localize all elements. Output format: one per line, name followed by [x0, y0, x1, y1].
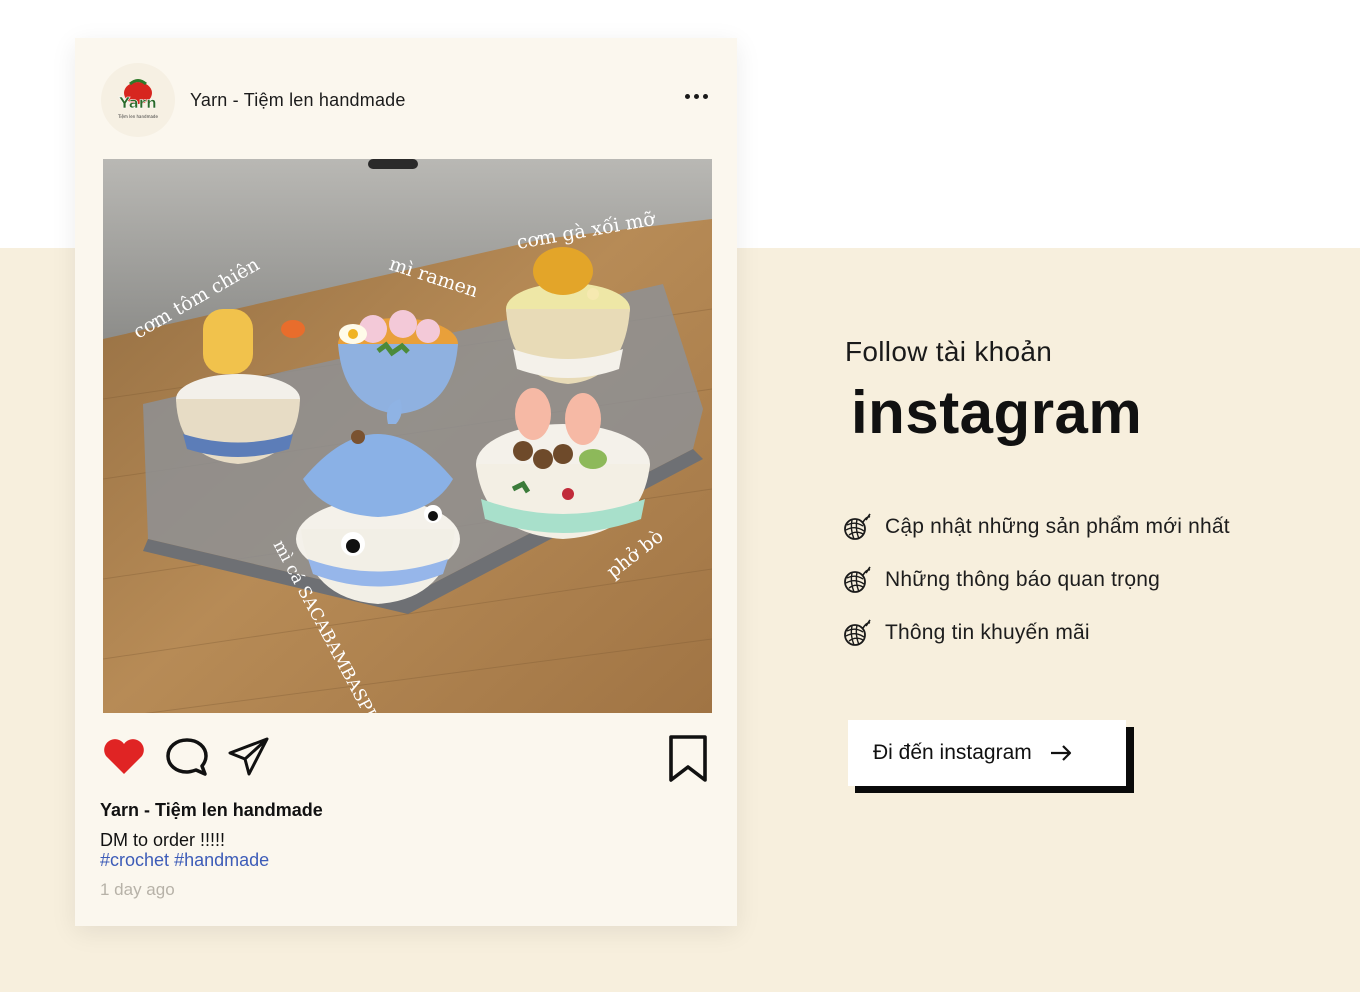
- svg-text:Yarn: Yarn: [118, 94, 157, 112]
- post-actions: [75, 728, 737, 788]
- benefit-item: Cập nhật những sản phẩm mới nhất: [842, 500, 1230, 553]
- cta-label: Đi đến instagram: [873, 741, 1032, 764]
- instagram-post-card: Yarn Tiệm len handmade Yarn - Tiệm len h…: [75, 38, 737, 926]
- caption-text: DM to order !!!!!: [100, 830, 226, 850]
- benefit-item: Thông tin khuyến mãi: [842, 606, 1230, 659]
- benefit-text: Thông tin khuyến mãi: [885, 620, 1090, 644]
- save-button[interactable]: [666, 734, 710, 789]
- comment-button[interactable]: [165, 736, 209, 783]
- crochet-food-photo: cơm tôm chiên mì ramen cơm gà xối mỡ phở…: [103, 159, 712, 713]
- go-to-instagram-button[interactable]: Đi đến instagram: [848, 720, 1126, 786]
- caption-username[interactable]: Yarn - Tiệm len handmade: [100, 800, 323, 821]
- yarn-ball-icon: [844, 566, 871, 593]
- heart-icon: [104, 739, 144, 774]
- yarn-logo-icon: Yarn Tiệm len handmade: [117, 79, 158, 119]
- cta-wrapper: Đi đến instagram: [848, 720, 1134, 794]
- yarn-ball-icon: [844, 513, 871, 540]
- post-timestamp: 1 day ago: [100, 880, 175, 899]
- post-header: Yarn Tiệm len handmade Yarn - Tiệm len h…: [75, 38, 737, 158]
- paper-plane-icon: [228, 737, 269, 776]
- hashtag-handmade[interactable]: #handmade: [174, 850, 269, 870]
- hashtag-crochet[interactable]: #crochet: [100, 850, 169, 870]
- more-options-button[interactable]: [678, 86, 714, 106]
- bookmark-icon: [669, 735, 707, 782]
- arrow-right-icon: [1050, 745, 1071, 761]
- hashtags: #crochet #handmade: [100, 850, 269, 871]
- post-photo[interactable]: cơm tôm chiên mì ramen cơm gà xối mỡ phở…: [103, 159, 712, 713]
- svg-text:Tiệm len handmade: Tiệm len handmade: [117, 114, 158, 119]
- benefit-text: Cập nhật những sản phẩm mới nhất: [885, 514, 1230, 538]
- follow-label: Follow tài khoản: [845, 336, 1053, 367]
- avatar[interactable]: Yarn Tiệm len handmade: [101, 63, 175, 137]
- share-button[interactable]: [227, 736, 271, 783]
- account-name[interactable]: Yarn - Tiệm len handmade: [190, 90, 406, 111]
- benefit-list: Cập nhật những sản phẩm mới nhất Những t…: [842, 500, 1230, 659]
- benefit-text: Những thông báo quan trọng: [885, 567, 1160, 591]
- benefit-item: Những thông báo quan trọng: [842, 553, 1230, 606]
- comment-bubble-icon: [166, 738, 208, 776]
- like-button[interactable]: [102, 736, 146, 781]
- yarn-ball-icon: [844, 619, 871, 646]
- brand-title: instagram: [851, 379, 1143, 446]
- more-dots-icon: [684, 93, 690, 99]
